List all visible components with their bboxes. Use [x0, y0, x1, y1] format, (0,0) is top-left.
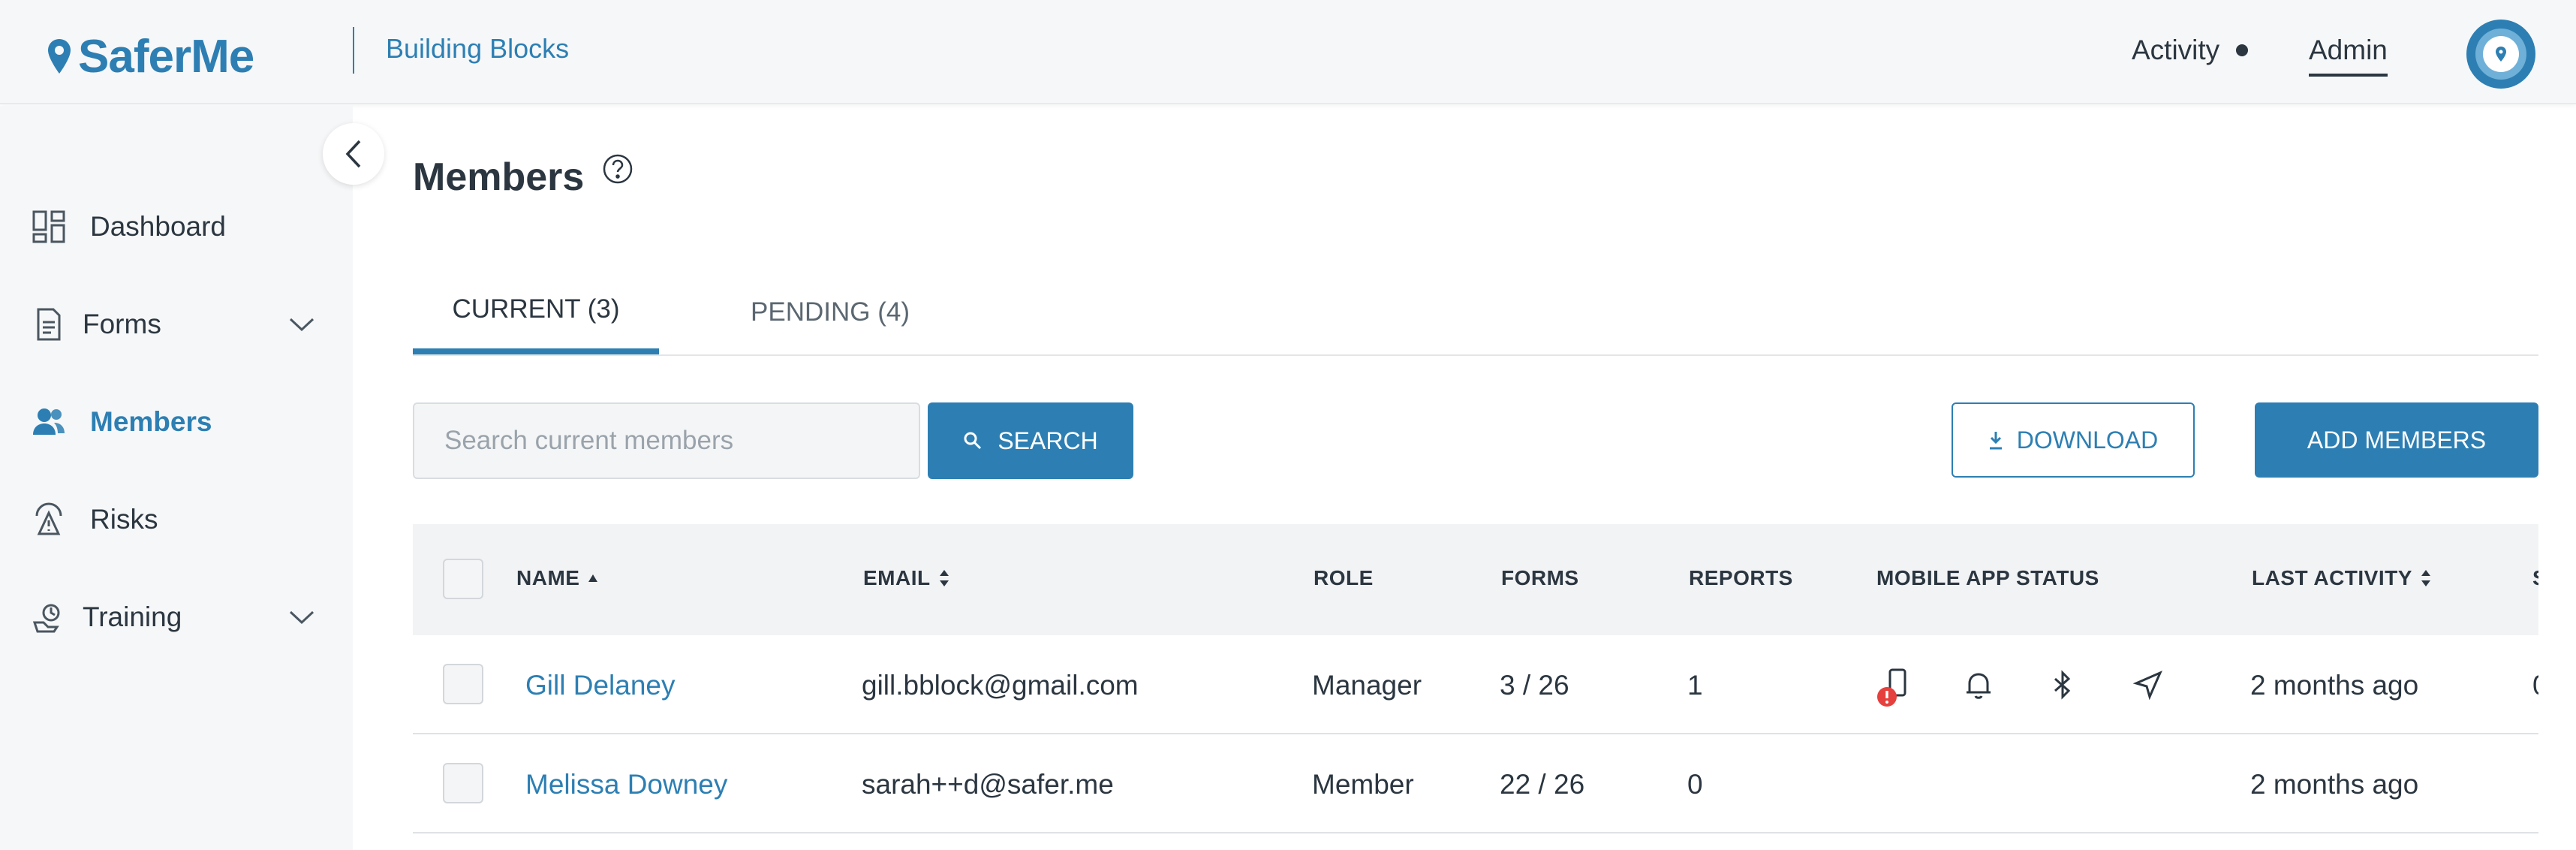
column-header-forms: FORMS: [1501, 566, 1579, 589]
bluetooth-icon[interactable]: [2046, 668, 2079, 701]
column-header-truncated: S: [2532, 566, 2538, 590]
admin-link[interactable]: Admin: [2309, 35, 2388, 77]
sidebar-item-label: Risks: [90, 504, 158, 535]
dashboard-icon: [32, 209, 66, 244]
help-icon[interactable]: [602, 153, 633, 185]
search-icon: [963, 431, 983, 451]
table-header: NAME EMAIL ROLE FORMS REPORTS MOBILE APP…: [413, 524, 2538, 635]
column-header-label: LAST ACTIVITY: [2252, 566, 2412, 589]
download-button-label: DOWNLOAD: [2016, 426, 2159, 454]
sidebar-item-risks[interactable]: Risks: [0, 482, 353, 557]
bell-icon[interactable]: [1962, 668, 1995, 701]
member-last-activity: 2 months ago: [2250, 769, 2419, 800]
activity-label: Activity: [2132, 35, 2220, 65]
member-forms: 22 / 26: [1500, 769, 1585, 800]
forms-icon: [32, 307, 66, 342]
chevron-down-icon[interactable]: [288, 608, 315, 626]
location-arrow-icon[interactable]: [2132, 668, 2165, 701]
sidebar-item-label: Forms: [83, 309, 161, 339]
sidebar-item-training[interactable]: Training: [0, 580, 353, 655]
member-tabs: CURRENT (3) PENDING (4): [413, 270, 2538, 356]
column-header-name[interactable]: NAME: [516, 566, 599, 590]
member-last-activity: 2 months ago: [2250, 670, 2419, 701]
sidebar-item-label: Dashboard: [90, 211, 227, 242]
organization-name[interactable]: Building Blocks: [386, 33, 569, 65]
sidebar-item-forms[interactable]: Forms: [0, 287, 353, 362]
column-header-last-activity[interactable]: LAST ACTIVITY: [2252, 566, 2432, 590]
avatar-pin-icon: [2468, 21, 2534, 87]
column-header-reports: REPORTS: [1689, 566, 1793, 589]
member-reports: 1: [1687, 670, 1703, 701]
search-input[interactable]: [413, 402, 920, 479]
location-pin-icon: [47, 38, 72, 77]
table-row[interactable]: Gill Delaney gill.bblock@gmail.com Manag…: [413, 635, 2538, 734]
chevron-left-icon: [345, 139, 363, 169]
user-avatar[interactable]: [2466, 20, 2535, 89]
sidebar-item-members[interactable]: Members: [0, 384, 353, 460]
table-row[interactable]: Melissa Downey sarah++d@safer.me Member …: [413, 734, 2538, 833]
truncated-cell: 0: [2532, 670, 2538, 701]
member-role: Member: [1312, 769, 1414, 800]
column-header-label: NAME: [516, 566, 580, 589]
member-name-link[interactable]: Gill Delaney: [525, 670, 675, 701]
chevron-down-icon[interactable]: [288, 315, 315, 333]
select-all-checkbox[interactable]: [443, 559, 483, 599]
sort-icon: [938, 568, 950, 588]
tab-current[interactable]: CURRENT (3): [413, 270, 659, 354]
activity-link[interactable]: Activity: [2132, 35, 2249, 66]
column-header-label: EMAIL: [863, 566, 931, 589]
collapse-sidebar-button[interactable]: [323, 123, 384, 185]
download-icon: [1988, 430, 2003, 450]
sidebar-item-dashboard[interactable]: Dashboard: [0, 189, 353, 264]
risks-icon: [32, 502, 66, 537]
members-icon: [32, 405, 66, 439]
header-divider: [353, 27, 354, 74]
member-forms: 3 / 26: [1500, 670, 1569, 701]
sort-icon: [2420, 568, 2432, 588]
member-role: Manager: [1312, 670, 1422, 701]
column-header-email[interactable]: EMAIL: [863, 566, 950, 590]
search-button[interactable]: SEARCH: [928, 402, 1133, 479]
phone-alert-icon[interactable]: [1875, 667, 1917, 709]
tab-pending[interactable]: PENDING (4): [719, 270, 941, 354]
download-button[interactable]: DOWNLOAD: [1952, 402, 2195, 478]
column-header-mobile-app-status: MOBILE APP STATUS: [1876, 566, 2099, 589]
member-email: sarah++d@safer.me: [862, 769, 1114, 800]
top-bar: SaferMe Building Blocks Activity Admin: [0, 0, 2576, 104]
activity-indicator-dot: [2236, 44, 2249, 56]
member-reports: 0: [1687, 769, 1703, 800]
row-checkbox[interactable]: [443, 763, 483, 803]
member-name-link[interactable]: Melissa Downey: [525, 769, 727, 800]
sidebar-item-label: Training: [83, 601, 182, 632]
training-icon: [32, 600, 66, 634]
row-checkbox[interactable]: [443, 664, 483, 704]
add-members-button[interactable]: ADD MEMBERS: [2255, 402, 2538, 478]
column-header-role: ROLE: [1314, 566, 1374, 589]
page-title: Members: [413, 155, 585, 199]
member-email: gill.bblock@gmail.com: [862, 670, 1139, 701]
sidebar: Dashboard Forms Members Risks Training: [0, 106, 353, 850]
sort-ascending-icon: [587, 573, 599, 583]
sidebar-item-label: Members: [90, 406, 212, 437]
brand-name: SaferMe: [78, 31, 254, 83]
search-button-label: SEARCH: [998, 427, 1098, 454]
safer-me-logo[interactable]: SaferMe: [47, 30, 254, 83]
